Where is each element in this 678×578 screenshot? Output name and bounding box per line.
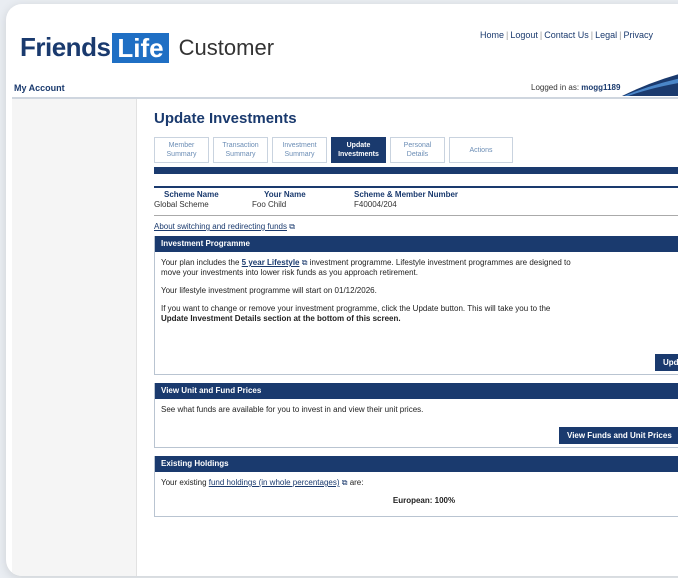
para-text: If you want to change or remove your inv… xyxy=(161,304,551,313)
separator: | xyxy=(506,30,509,40)
unit-prices-text: See what funds are available for you to … xyxy=(161,405,424,414)
contact-us-link[interactable]: Contact Us xyxy=(544,30,589,40)
logout-link[interactable]: Logout xyxy=(510,30,538,40)
logged-in-user: mogg1189 xyxy=(581,83,621,92)
separator: | xyxy=(619,30,622,40)
holding-row: European: 100% xyxy=(392,496,456,505)
about-switching-link[interactable]: About switching and redirecting funds xyxy=(154,222,287,231)
section-heading: Existing Holdings xyxy=(155,456,678,472)
separator: | xyxy=(539,30,543,40)
tab-label-line2: Investments xyxy=(338,151,379,158)
tab-actions[interactable]: Actions xyxy=(449,137,513,163)
para-text: Your plan includes the xyxy=(161,258,240,267)
section-body: Your existing fund holdings (in whole pe… xyxy=(155,472,678,512)
scheme-table: Scheme Name Your Name Scheme & Member Nu… xyxy=(154,186,678,216)
header-swoosh-graphic xyxy=(622,74,678,96)
investment-programme-section: Investment Programme Your plan includes … xyxy=(154,236,678,375)
external-link-icon: ⧉ xyxy=(289,222,295,231)
logged-in-label: Logged in as: xyxy=(531,83,580,92)
section-body: Your plan includes the 5 year Lifestyle … xyxy=(155,252,678,338)
holdings-text: Your existing xyxy=(161,478,207,487)
section-heading: View Unit and Fund Prices xyxy=(155,383,678,399)
update-button[interactable]: Update xyxy=(655,354,678,371)
tab-label-line1: Update xyxy=(346,142,371,149)
para-text: move your investments into lower risk fu… xyxy=(161,268,419,277)
friends-life-logo[interactable]: Friends Life Customer xyxy=(20,32,274,63)
external-link-icon: ⧉ xyxy=(301,258,308,267)
para-text: investment programme. Lifestyle investme… xyxy=(309,258,571,267)
browser-card: Friends Life Customer Home | Logout | Contac… xyxy=(6,4,678,576)
legal-link[interactable]: Legal xyxy=(595,30,617,40)
tab-label-line1: Actions xyxy=(469,146,493,154)
tab-bar: Member Summary Transaction Summary Investm… xyxy=(154,137,678,165)
member-number-value: F40004/204 xyxy=(354,200,397,209)
app-title: Customer xyxy=(178,34,275,60)
section-body: See what funds are available for you to … xyxy=(155,399,678,421)
holdings-text: are: xyxy=(349,478,364,487)
logged-in-status: Logged in as: mogg1189 xyxy=(531,83,620,92)
column-header-your-name: Your Name xyxy=(264,190,306,199)
tab-label-line2: Details xyxy=(406,151,429,158)
tab-label-line2: Summary xyxy=(166,151,197,158)
column-header-scheme-name: Scheme Name xyxy=(164,190,219,199)
scheme-name-value: Global Scheme xyxy=(154,200,209,209)
tab-label-line1: Member xyxy=(168,142,195,149)
unit-prices-section: View Unit and Fund Prices See what funds… xyxy=(154,383,678,448)
main-content: Update Investments Member Summary Transac… xyxy=(154,110,678,517)
tab-label-line1: Transaction xyxy=(222,142,259,149)
page-title: Update Investments xyxy=(154,110,297,127)
tab-investment-summary[interactable]: Investment Summary xyxy=(272,137,327,163)
tab-label-line1: Investment xyxy=(282,142,317,149)
separator: | xyxy=(590,30,594,40)
logo-friends-text: Friends xyxy=(20,32,111,62)
column-header-scheme-member-number: Scheme & Member Number xyxy=(354,190,459,199)
your-name-value: Foo Child xyxy=(252,200,287,209)
home-link[interactable]: Home xyxy=(480,30,504,40)
left-sidebar xyxy=(12,99,137,576)
tab-label-line2: Summary xyxy=(284,151,315,158)
logo-life-text: Life xyxy=(112,32,169,63)
section-heading: Investment Programme xyxy=(155,236,678,252)
tab-label-line2: Summary xyxy=(225,151,256,158)
external-link-icon: ⧉ xyxy=(341,478,348,487)
tab-personal-details[interactable]: Personal Details xyxy=(390,137,445,163)
tab-transaction-summary[interactable]: Transaction Summary xyxy=(213,137,268,163)
lifestyle-link[interactable]: 5 year Lifestyle xyxy=(242,258,300,267)
tab-underline-bar xyxy=(154,167,678,174)
tab-update-investments[interactable]: Update Investments xyxy=(331,137,386,163)
privacy-link[interactable]: Privacy xyxy=(623,30,653,40)
para-text: Update Investment Details section at the… xyxy=(161,314,401,323)
fund-holdings-link[interactable]: fund holdings (in whole percentages) xyxy=(209,478,340,487)
top-links: Home | Logout | Contact Us | Legal | Privacy xyxy=(480,30,653,40)
view-funds-button[interactable]: View Funds and Unit Prices xyxy=(559,427,678,444)
tab-member-summary[interactable]: Member Summary xyxy=(154,137,209,163)
para-text: Your lifestyle investment programme will… xyxy=(161,286,377,295)
holdings-section: Existing Holdings Your existing fund hol… xyxy=(154,456,678,517)
tab-label-line1: Personal xyxy=(403,142,432,149)
my-account-label[interactable]: My Account xyxy=(14,83,65,93)
about-switching-row: About switching and redirecting funds ⧉ xyxy=(154,222,678,232)
